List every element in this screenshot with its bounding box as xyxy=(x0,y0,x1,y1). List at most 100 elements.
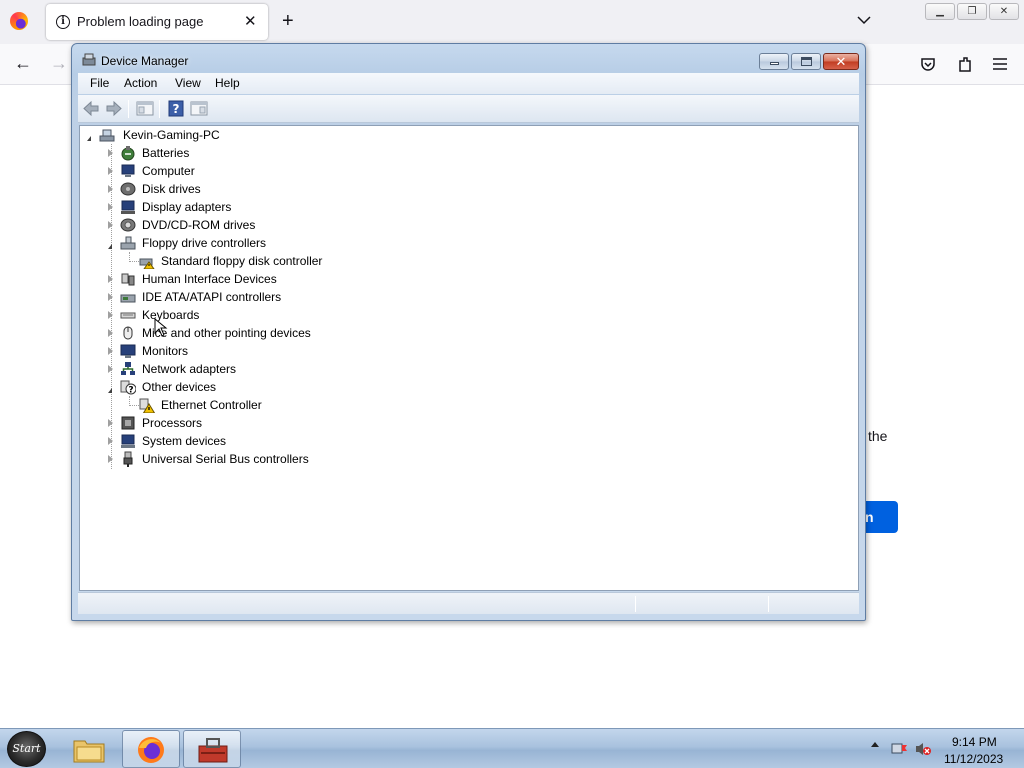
back-arrow-icon[interactable]: ← xyxy=(14,53,32,74)
pocket-icon[interactable] xyxy=(919,55,937,73)
browser-close-button[interactable]: ✕ xyxy=(989,3,1019,20)
menu-view[interactable]: View xyxy=(175,76,201,90)
page-action-button[interactable]: n xyxy=(862,501,898,533)
status-separator xyxy=(635,596,636,612)
collapse-arrow-icon[interactable] xyxy=(108,239,112,249)
help-icon[interactable]: ? xyxy=(167,100,185,117)
new-tab-button[interactable]: + xyxy=(282,9,294,33)
expand-arrow-icon[interactable] xyxy=(108,347,113,355)
tab-close-icon[interactable]: ✕ xyxy=(244,12,257,30)
expand-arrow-icon[interactable] xyxy=(108,329,113,337)
tree-item-hid[interactable]: Human Interface Devices xyxy=(80,270,380,288)
computer-root-icon xyxy=(99,129,115,142)
toolbar: ? xyxy=(78,95,859,123)
close-button[interactable]: ✕ xyxy=(823,53,859,70)
clock-time[interactable]: 9:14 PM xyxy=(952,735,997,749)
device-tree[interactable]: Kevin-Gaming-PC Batteries Computer Disk … xyxy=(79,125,859,591)
expand-arrow-icon[interactable] xyxy=(108,221,113,229)
device-manager-window: Device Manager ✕ File Action View Help ?… xyxy=(71,43,866,621)
expand-arrow-icon[interactable] xyxy=(108,167,113,175)
category-label: Network adapters xyxy=(142,362,237,376)
volume-muted-icon[interactable] xyxy=(914,741,932,757)
tree-item-standard-floppy-controller[interactable]: Standard floppy disk controller xyxy=(80,252,400,270)
expand-arrow-icon[interactable] xyxy=(108,185,113,193)
browser-restore-button[interactable]: ❐ xyxy=(957,3,987,20)
menu-bar: File Action View Help xyxy=(78,73,859,94)
taskbar-file-explorer[interactable] xyxy=(60,730,118,768)
show-hide-console-tree-icon[interactable] xyxy=(136,100,154,117)
expand-arrow-icon[interactable] xyxy=(108,311,113,319)
device-label: Ethernet Controller xyxy=(161,398,262,412)
floppy-controller-icon xyxy=(120,236,136,250)
tree-item-other-devices[interactable]: ? Other devices xyxy=(80,378,380,396)
tree-item-ethernet-controller[interactable]: Ethernet Controller xyxy=(80,396,380,414)
category-label: Monitors xyxy=(142,344,189,358)
battery-icon xyxy=(121,146,135,161)
category-label: Human Interface Devices xyxy=(142,272,277,286)
tree-item-keyboards[interactable]: Keyboards xyxy=(80,306,380,324)
tree-item-monitors[interactable]: Monitors xyxy=(80,342,380,360)
expand-arrow-icon[interactable] xyxy=(108,419,113,427)
tab-title: Problem loading page xyxy=(77,14,204,29)
tree-item-network-adapters[interactable]: Network adapters xyxy=(80,360,380,378)
tree-item-processors[interactable]: Processors xyxy=(80,414,380,432)
taskbar-firefox[interactable] xyxy=(122,730,180,768)
start-button[interactable]: Start xyxy=(7,731,46,767)
unknown-device-icon: ? xyxy=(120,380,136,395)
tree-item-display-adapters[interactable]: Display adapters xyxy=(80,198,380,216)
expand-arrow-icon[interactable] xyxy=(108,293,113,301)
tree-item-ide-controllers[interactable]: IDE ATA/ATAPI controllers xyxy=(80,288,380,306)
ide-controller-icon xyxy=(120,294,136,303)
forward-arrow-icon[interactable] xyxy=(105,100,123,117)
clock-date[interactable]: 11/12/2023 xyxy=(944,752,1003,766)
info-icon: i xyxy=(56,15,70,29)
category-label: Other devices xyxy=(142,380,217,394)
network-adapter-icon xyxy=(121,362,135,375)
category-label: Batteries xyxy=(142,146,190,160)
expand-arrow-icon[interactable] xyxy=(108,149,113,157)
hamburger-menu-icon[interactable] xyxy=(991,56,1009,72)
maximize-button[interactable] xyxy=(791,53,821,70)
mouse-cursor-icon xyxy=(154,318,168,337)
show-hidden-icons-arrow[interactable] xyxy=(871,742,879,747)
tree-item-mice[interactable]: Mice and other pointing devices xyxy=(80,324,380,342)
menu-action[interactable]: Action xyxy=(124,76,157,90)
menu-file[interactable]: File xyxy=(90,76,109,90)
category-label: Display adapters xyxy=(142,200,232,214)
toolbar-separator xyxy=(159,100,160,118)
tree-item-floppy-controllers[interactable]: Floppy drive controllers xyxy=(80,234,380,252)
browser-tab[interactable]: i Problem loading page ✕ xyxy=(46,4,268,40)
collapse-arrow-icon[interactable] xyxy=(108,383,112,393)
tab-strip: i Problem loading page ✕ + ▁ ❐ ✕ xyxy=(0,0,1024,44)
keyboard-icon xyxy=(120,312,136,319)
taskbar-device-manager[interactable] xyxy=(183,730,241,768)
tree-item-disk-drives[interactable]: Disk drives xyxy=(80,180,380,198)
tree-item-computer[interactable]: Computer xyxy=(80,162,380,180)
chevron-down-icon[interactable] xyxy=(856,12,872,28)
tree-item-system-devices[interactable]: System devices xyxy=(80,432,380,450)
extensions-icon[interactable] xyxy=(956,55,974,73)
tree-root-computer[interactable]: Kevin-Gaming-PC xyxy=(80,126,380,144)
menu-help[interactable]: Help xyxy=(215,76,240,90)
tree-item-usb-controllers[interactable]: Universal Serial Bus controllers xyxy=(80,450,380,468)
expand-arrow-icon[interactable] xyxy=(108,203,113,211)
browser-minimize-button[interactable]: ▁ xyxy=(925,3,955,20)
expand-arrow-icon[interactable] xyxy=(108,437,113,445)
tree-item-dvd-drives[interactable]: DVD/CD-ROM drives xyxy=(80,216,380,234)
device-label: Standard floppy disk controller xyxy=(161,254,323,268)
expand-arrow-icon[interactable] xyxy=(108,455,113,463)
expand-arrow-icon[interactable] xyxy=(108,365,113,373)
minimize-button[interactable] xyxy=(759,53,789,70)
tree-item-batteries[interactable]: Batteries xyxy=(80,144,380,162)
collapse-arrow-icon[interactable] xyxy=(87,131,91,141)
forward-arrow-icon[interactable]: → xyxy=(50,53,68,74)
expand-arrow-icon[interactable] xyxy=(108,275,113,283)
action-center-flag-icon[interactable] xyxy=(890,741,908,757)
status-separator xyxy=(768,596,769,612)
window-title: Device Manager xyxy=(101,54,189,68)
properties-view-icon[interactable] xyxy=(190,100,208,117)
monitor-icon xyxy=(120,344,136,358)
back-arrow-icon[interactable] xyxy=(82,100,100,117)
category-label: Universal Serial Bus controllers xyxy=(142,452,309,466)
firefox-logo-icon[interactable] xyxy=(10,12,28,30)
